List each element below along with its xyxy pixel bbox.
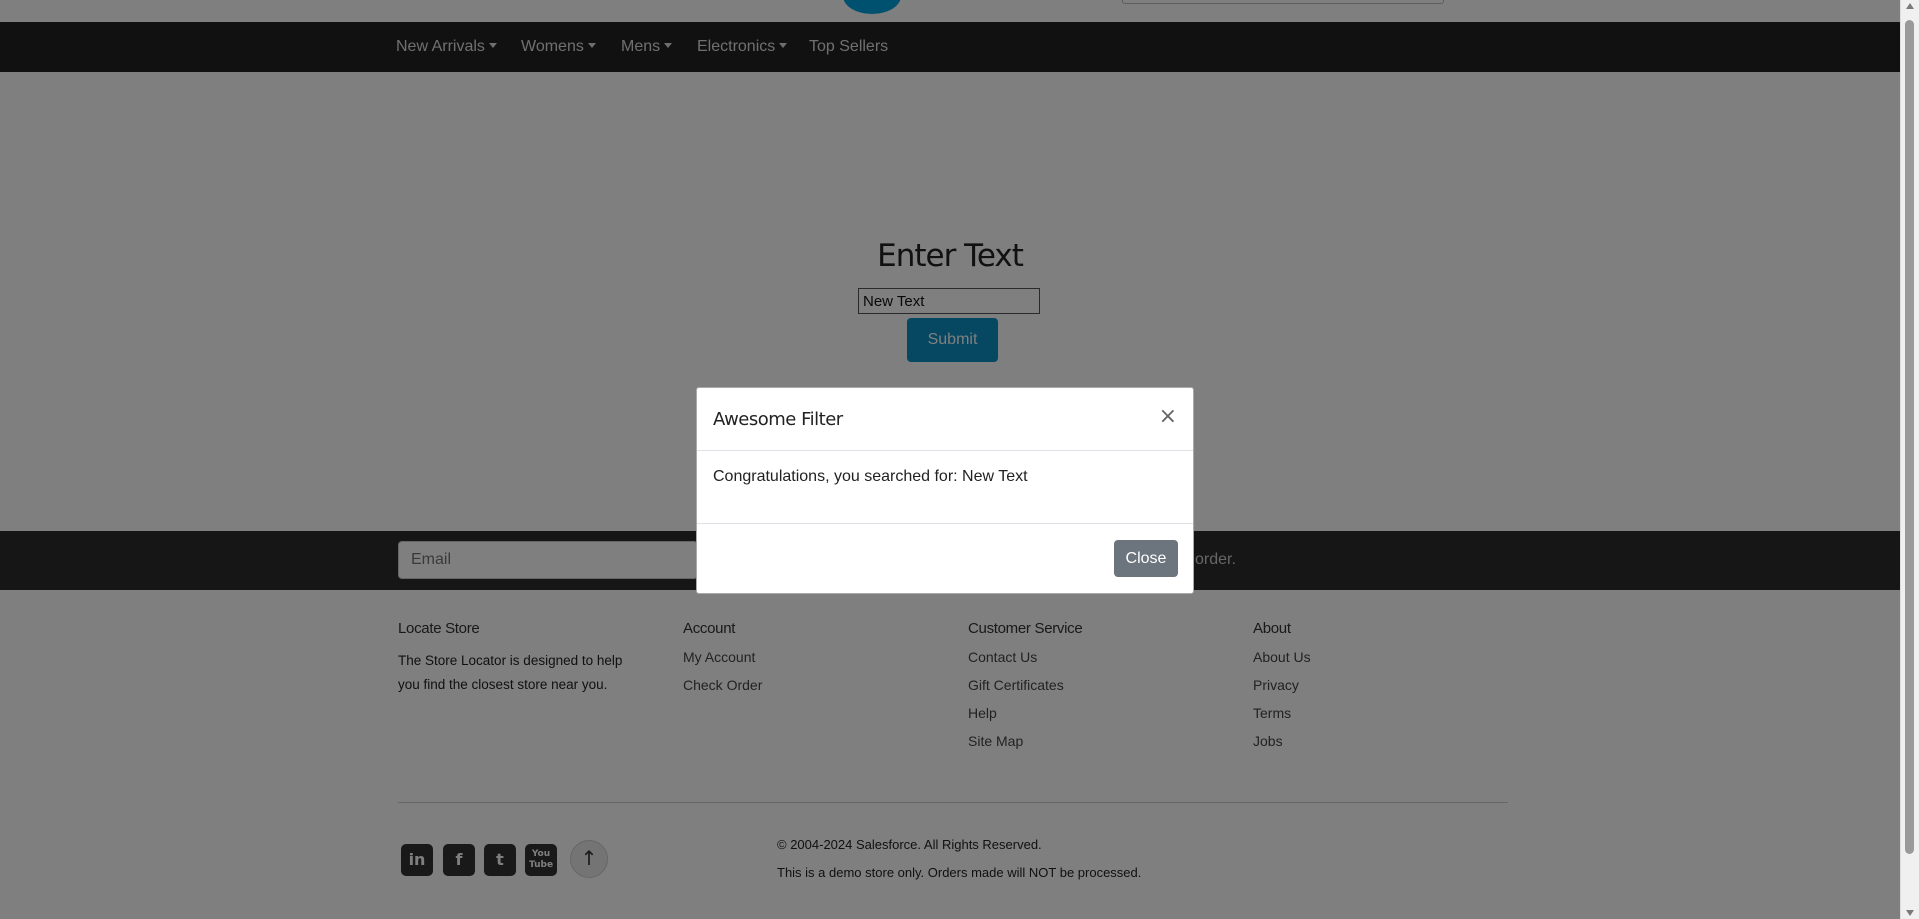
modal-footer: Close	[697, 523, 1193, 594]
scroll-up-icon[interactable]	[1906, 3, 1914, 9]
search-result-modal: Awesome Filter × Congratulations, you se…	[696, 387, 1194, 594]
scroll-down-icon[interactable]	[1906, 910, 1914, 916]
close-icon[interactable]: ×	[1159, 404, 1177, 429]
modal-title: Awesome Filter	[713, 409, 843, 430]
close-button[interactable]: Close	[1114, 540, 1178, 577]
scrollbar-thumb[interactable]	[1905, 20, 1914, 854]
modal-header: Awesome Filter ×	[697, 388, 1193, 451]
modal-message: Congratulations, you searched for: New T…	[713, 468, 1028, 485]
page-scrollbar[interactable]	[1900, 0, 1919, 919]
